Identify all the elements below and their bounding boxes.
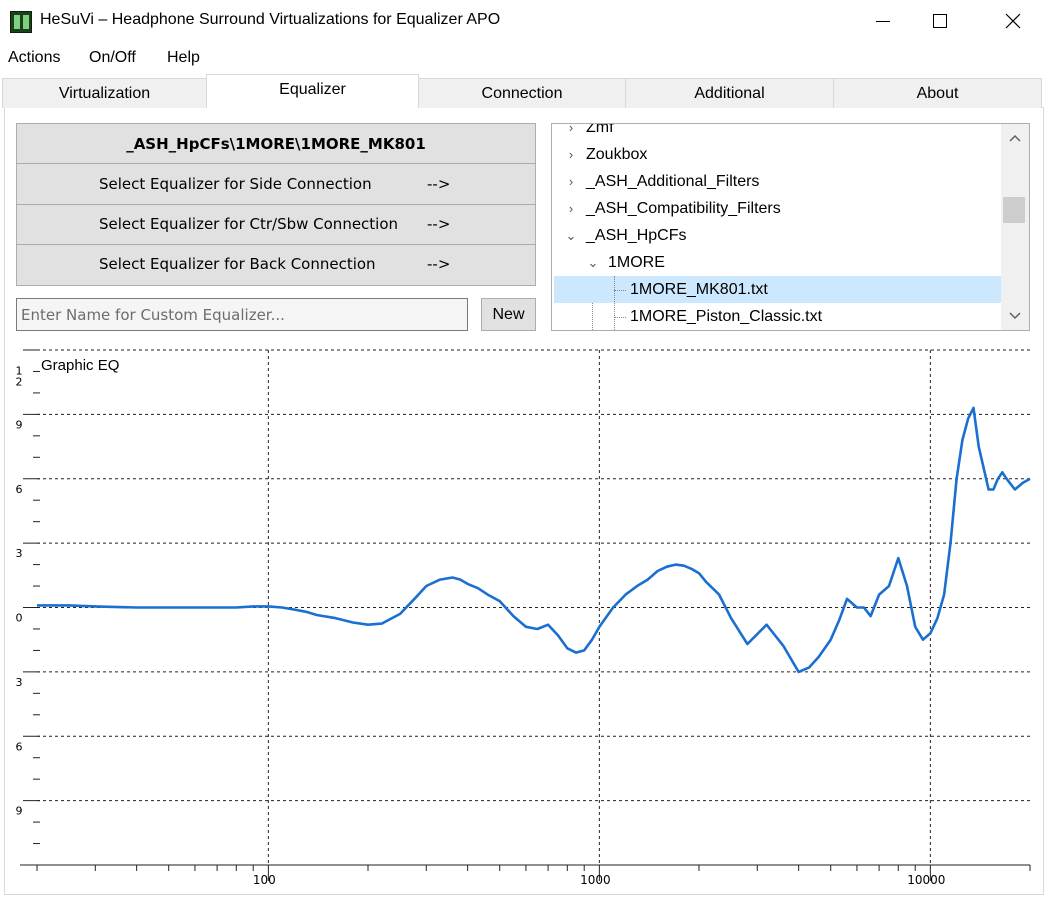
- maximize-icon: [933, 14, 947, 28]
- tab-connection[interactable]: Connection: [418, 78, 626, 108]
- y-tick-label: 9: [16, 418, 23, 431]
- side-equalizer-label: Select Equalizer for Side Connection: [99, 175, 372, 193]
- back-equalizer-label: Select Equalizer for Back Connection: [99, 255, 376, 273]
- y-tick-label: 6: [16, 740, 23, 753]
- tree-item-ash-hpcfs[interactable]: ⌄ _ASH_HpCFs: [564, 222, 687, 249]
- equalizer-button-panel: _ASH_HpCFs\1MORE\1MORE_MK801 Select Equa…: [16, 123, 536, 286]
- tree-scrollbar[interactable]: [1001, 124, 1029, 330]
- y-tick-label: 3: [16, 547, 23, 560]
- tab-virtualization[interactable]: Virtualization: [2, 78, 207, 108]
- tree-item-label: Zmf: [586, 123, 614, 136]
- tab-equalizer[interactable]: Equalizer: [206, 74, 419, 108]
- ctr-sbw-arrow: -->: [427, 215, 451, 233]
- tab-strip: Virtualization Equalizer Connection Addi…: [0, 74, 1046, 108]
- tree-item-zmf[interactable]: › Zmf: [564, 123, 614, 141]
- scroll-thumb[interactable]: [1003, 197, 1025, 223]
- y-tick-label: 6: [16, 483, 23, 496]
- minimize-icon: [876, 20, 890, 22]
- tree-item-ash-additional-filters[interactable]: › _ASH_Additional_Filters: [564, 168, 760, 195]
- equalizer-tree-view[interactable]: › Zmf › Zoukbox › _ASH_Additional_Filter…: [551, 123, 1030, 331]
- x-tick-label: 10000: [907, 873, 945, 887]
- chevron-down-icon[interactable]: ⌄: [564, 228, 578, 244]
- tree-item-label: Zoukbox: [586, 145, 648, 163]
- scroll-up-button[interactable]: [1001, 124, 1029, 152]
- tree-item-label: _ASH_Additional_Filters: [586, 172, 760, 190]
- chevron-right-icon[interactable]: ›: [564, 201, 578, 216]
- tree-item-zoukbox[interactable]: › Zoukbox: [564, 141, 648, 168]
- app-icon: [10, 11, 32, 33]
- tree-item-label: _ASH_HpCFs: [586, 226, 687, 244]
- graphic-eq-chart: 100 1000 10000 1 2 9 6 3 0 3 6 9 Graphic EQ: [0, 340, 1046, 898]
- minimize-button[interactable]: [860, 0, 906, 42]
- tree-connector: [614, 317, 626, 318]
- menu-help[interactable]: Help: [167, 49, 200, 67]
- graphic-eq-plot: 100 1000 10000129630369Graphic EQ: [16, 349, 1031, 887]
- y-tick-label: 9: [16, 805, 23, 818]
- chart-title: Graphic EQ: [41, 357, 119, 374]
- title-bar: HeSuVi – Headphone Surround Virtualizati…: [0, 0, 1046, 44]
- window-title: HeSuVi – Headphone Surround Virtualizati…: [40, 11, 501, 28]
- y-tick-label: 2: [16, 375, 23, 388]
- select-side-equalizer-button[interactable]: Select Equalizer for Side Connection -->: [17, 165, 535, 205]
- tree-item-label: _ASH_Compatibility_Filters: [586, 199, 781, 217]
- chevron-right-icon[interactable]: ›: [564, 124, 578, 135]
- tab-about[interactable]: About: [833, 78, 1042, 108]
- eq-response-line: [37, 406, 1031, 674]
- tree-item-label: 1MORE_MK801.txt: [630, 280, 768, 298]
- x-tick-label: 1000: [580, 873, 611, 887]
- x-tick-label: 100: [253, 873, 276, 887]
- y-tick-label: 3: [16, 676, 23, 689]
- menu-bar: Actions On/Off Help: [0, 44, 1046, 72]
- tree-connector: [614, 290, 626, 291]
- select-ctr-sbw-equalizer-button[interactable]: Select Equalizer for Ctr/Sbw Connection …: [17, 205, 535, 245]
- current-equalizer-button[interactable]: _ASH_HpCFs\1MORE\1MORE_MK801: [17, 124, 535, 164]
- chevron-down-icon: [1009, 312, 1021, 320]
- tree-item-ash-compatibility-filters[interactable]: › _ASH_Compatibility_Filters: [564, 195, 781, 222]
- custom-equalizer-name-input[interactable]: [16, 298, 468, 331]
- menu-on-off[interactable]: On/Off: [89, 49, 136, 67]
- new-equalizer-button[interactable]: New: [481, 298, 536, 331]
- tab-additional[interactable]: Additional: [625, 78, 834, 108]
- scroll-down-button[interactable]: [1001, 302, 1029, 330]
- tree-item-1more-piston-classic[interactable]: 1MORE_Piston_Classic.txt: [630, 303, 822, 330]
- chevron-down-icon[interactable]: ⌄: [586, 255, 600, 271]
- chevron-up-icon: [1009, 134, 1021, 142]
- select-back-equalizer-button[interactable]: Select Equalizer for Back Connection -->: [17, 245, 535, 285]
- tree-connector: [614, 276, 615, 330]
- close-icon: [1005, 13, 1021, 29]
- chevron-right-icon[interactable]: ›: [564, 147, 578, 162]
- y-tick-label: 0: [16, 612, 23, 625]
- tree-item-1more[interactable]: ⌄ 1MORE: [586, 249, 665, 276]
- tree-item-label: 1MORE: [608, 253, 665, 271]
- side-arrow: -->: [427, 175, 451, 193]
- back-arrow: -->: [427, 255, 451, 273]
- menu-actions[interactable]: Actions: [8, 49, 60, 67]
- ctr-sbw-equalizer-label: Select Equalizer for Ctr/Sbw Connection: [99, 215, 399, 233]
- tree-item-label: 1MORE_Piston_Classic.txt: [630, 307, 823, 325]
- chevron-right-icon[interactable]: ›: [564, 174, 578, 189]
- close-button[interactable]: [990, 0, 1036, 42]
- maximize-button[interactable]: [917, 0, 963, 42]
